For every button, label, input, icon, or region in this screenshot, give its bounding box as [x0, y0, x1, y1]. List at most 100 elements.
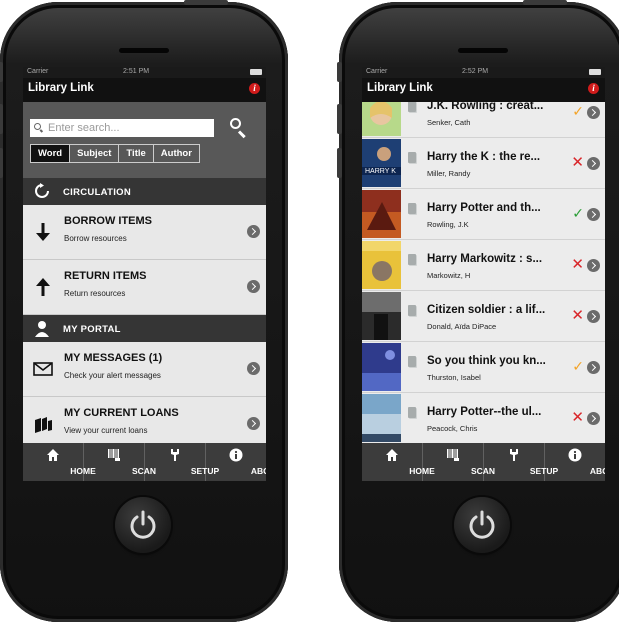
section-label: MY PORTAL [63, 324, 121, 335]
earpiece-speaker [458, 48, 508, 53]
book-row[interactable]: J.K. Rowling : creat... Senker, Cath ✓ [362, 102, 605, 138]
carrier-label: Carrier [366, 68, 388, 75]
menu-return-items[interactable]: RETURN ITEMS Return resources [23, 260, 266, 315]
tab-about[interactable]: ABOUT [206, 443, 266, 481]
tab-home[interactable]: HOME [362, 443, 435, 481]
carrier-label: Carrier [27, 68, 49, 75]
nav-bar: Library Link i [23, 78, 266, 102]
book-cover-image [362, 292, 401, 340]
book-format-icon [408, 203, 416, 214]
menu-subtitle: Check your alert messages [64, 371, 161, 380]
section-my-portal: MY PORTAL [23, 315, 266, 342]
phone-left: Carrier 2:51 PM Library Link i Word Subj… [0, 0, 288, 622]
book-row[interactable]: Harry Markowitz : s... Markowitz, H ✕ [362, 240, 605, 291]
barcode-icon [108, 449, 120, 461]
book-cover-image [362, 343, 401, 391]
chevron-right-icon [247, 362, 260, 375]
chevron-right-icon [587, 157, 600, 170]
power-icon [469, 510, 495, 539]
book-format-icon [408, 356, 416, 367]
search-icon [230, 118, 241, 129]
alert-info-icon[interactable]: i [249, 83, 260, 94]
cross-icon: ✕ [571, 307, 584, 324]
book-format-icon [408, 407, 416, 418]
book-format-icon [408, 102, 416, 112]
wrench-icon [171, 449, 179, 461]
menu-borrow-items[interactable]: BORROW ITEMS Borrow resources [23, 205, 266, 260]
chevron-right-icon [587, 310, 600, 323]
book-title: Harry Markowitz : s... [427, 253, 543, 265]
book-row[interactable]: Harry Potter and th... Rowling, J.K ✓ [362, 189, 605, 240]
tab-about[interactable]: ABOUT [545, 443, 605, 481]
tab-setup[interactable]: SETUP [484, 443, 558, 481]
info-icon [568, 448, 582, 462]
search-type-selector: Word Subject Title Author [30, 144, 200, 163]
arrow-up-icon [36, 278, 50, 296]
book-format-icon [408, 152, 416, 163]
book-row[interactable]: So you think you kn... Thurston, Isabel … [362, 342, 605, 393]
results-list[interactable]: J.K. Rowling : creat... Senker, Cath ✓ H… [362, 102, 605, 443]
chevron-right-icon [247, 225, 260, 238]
section-circulation: CIRCULATION [23, 178, 266, 205]
book-title: Harry Potter--the ul... [427, 406, 542, 418]
cross-icon: ✕ [571, 256, 584, 273]
menu-title: RETURN ITEMS [64, 270, 147, 282]
book-title: Citizen soldier : a lif... [427, 304, 546, 316]
tab-setup[interactable]: SETUP [145, 443, 219, 481]
home-button[interactable] [115, 497, 171, 553]
checkmark-icon: ✓ [572, 205, 584, 221]
menu-my-messages[interactable]: MY MESSAGES (1) Check your alert message… [23, 342, 266, 397]
segment-subject[interactable]: Subject [70, 145, 120, 162]
sleep-button [184, 0, 228, 5]
chevron-right-icon [587, 259, 600, 272]
book-cover-image [362, 394, 401, 442]
alert-info-icon[interactable]: i [588, 83, 599, 94]
earpiece-speaker [119, 48, 169, 53]
cross-icon: ✕ [571, 409, 584, 426]
home-icon [386, 449, 398, 461]
tab-home[interactable]: HOME [23, 443, 96, 481]
book-cover-image: HARRY K [362, 139, 401, 187]
battery-icon [250, 69, 262, 75]
menu-subtitle: View your current loans [64, 426, 148, 435]
book-format-icon [408, 254, 416, 265]
book-title: J.K. Rowling : creat... [427, 102, 544, 112]
chevron-right-icon [587, 412, 600, 425]
menu-subtitle: Borrow resources [64, 234, 127, 243]
segment-title[interactable]: Title [119, 145, 154, 162]
barcode-icon [447, 449, 459, 461]
status-time: 2:51 PM [123, 68, 150, 75]
search-input[interactable] [30, 119, 214, 137]
status-bar: Carrier 2:52 PM [362, 67, 605, 78]
book-author: Markowitz, H [427, 271, 471, 280]
wrench-icon [510, 449, 518, 461]
chevron-right-icon [247, 417, 260, 430]
book-author: Rowling, J.K [427, 220, 469, 229]
segment-word[interactable]: Word [31, 145, 71, 162]
volume-down-button [0, 148, 3, 178]
app-title: Library Link [28, 82, 94, 94]
tab-scan[interactable]: SCAN [84, 443, 156, 481]
chevron-right-icon [587, 361, 600, 374]
books-icon [35, 417, 52, 433]
mute-switch [337, 62, 342, 82]
magnifier-small-icon [34, 123, 41, 130]
book-row[interactable]: Harry Potter--the ul... Peacock, Chris ✕ [362, 393, 605, 443]
book-row[interactable]: HARRY K Harry the K : the re... Miller, … [362, 138, 605, 189]
section-label: CIRCULATION [63, 187, 132, 198]
power-icon [130, 510, 156, 539]
segment-author[interactable]: Author [154, 145, 199, 162]
search-button[interactable] [228, 116, 250, 139]
volume-up-button [337, 104, 342, 134]
book-cover-image [362, 190, 401, 238]
book-title: So you think you kn... [427, 355, 546, 367]
book-title: Harry the K : the re... [427, 151, 541, 163]
home-button[interactable] [454, 497, 510, 553]
envelope-icon [33, 362, 53, 376]
info-icon [229, 448, 243, 462]
book-author: Thurston, Isabel [427, 373, 481, 382]
arrow-down-icon [36, 223, 50, 241]
chevron-right-icon [247, 280, 260, 293]
book-row[interactable]: Citizen soldier : a lif... Donald, Aïda … [362, 291, 605, 342]
tab-scan[interactable]: SCAN [423, 443, 495, 481]
